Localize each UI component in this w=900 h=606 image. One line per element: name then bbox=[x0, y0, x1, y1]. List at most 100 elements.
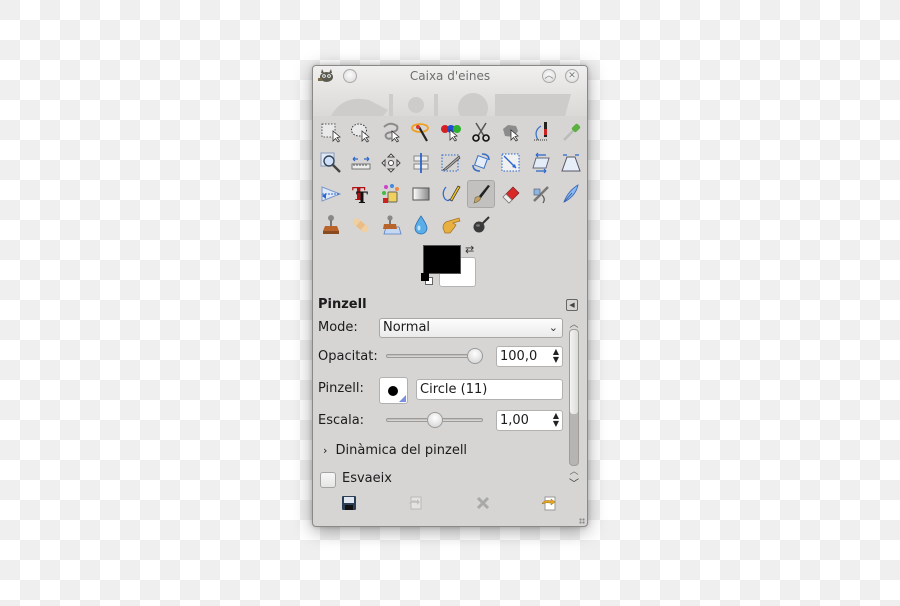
tool-eraser[interactable] bbox=[497, 180, 525, 208]
tool-rect-select[interactable] bbox=[317, 118, 345, 146]
fade-label: Esvaeix bbox=[342, 471, 392, 486]
tool-pencil[interactable] bbox=[437, 180, 465, 208]
brush-preview-circle-icon bbox=[388, 386, 398, 396]
tool-align[interactable] bbox=[407, 149, 435, 177]
tool-clone[interactable] bbox=[317, 211, 345, 239]
scale-value: 1,00 bbox=[500, 413, 529, 428]
maximize-button[interactable]: ︿ bbox=[542, 69, 556, 83]
clone-stamp-icon bbox=[323, 215, 339, 234]
opacity-slider-handle[interactable] bbox=[467, 348, 483, 364]
tool-airbrush[interactable] bbox=[527, 180, 555, 208]
tool-move[interactable] bbox=[377, 149, 405, 177]
delete-options-button[interactable] bbox=[473, 494, 493, 512]
smudge-finger-icon bbox=[442, 217, 461, 234]
scroll-track[interactable] bbox=[569, 329, 579, 466]
lasso-icon bbox=[383, 122, 400, 143]
tool-scale[interactable] bbox=[497, 149, 525, 177]
move-arrows-icon bbox=[381, 153, 401, 173]
restore-options-button[interactable] bbox=[405, 494, 425, 512]
tool-blend[interactable] bbox=[407, 180, 435, 208]
tool-shear[interactable] bbox=[527, 149, 555, 177]
triangle-left-icon: ◀ bbox=[569, 301, 575, 309]
tool-paintbrush[interactable] bbox=[467, 180, 495, 208]
color-select-icon bbox=[441, 125, 461, 142]
tool-ellipse-select[interactable] bbox=[347, 118, 375, 146]
mode-value: Normal bbox=[383, 320, 431, 335]
tool-dodge-burn[interactable] bbox=[467, 211, 495, 239]
crop-knife-icon bbox=[441, 154, 461, 172]
image-drop-area[interactable] bbox=[313, 88, 587, 123]
tool-flip[interactable] bbox=[317, 180, 345, 208]
tool-perspective-clone[interactable] bbox=[377, 211, 405, 239]
tool-grid: TT bbox=[317, 118, 587, 242]
water-drop-icon bbox=[414, 215, 428, 235]
airbrush-icon bbox=[533, 186, 549, 204]
resize-grip[interactable] bbox=[579, 518, 585, 524]
scroll-thumb[interactable] bbox=[570, 330, 578, 414]
scale-slider-handle[interactable] bbox=[426, 412, 443, 428]
paths-icon bbox=[534, 122, 548, 141]
brush-dynamics-expander[interactable]: › Dinàmica del pinzell bbox=[323, 443, 467, 458]
save-options-button[interactable] bbox=[339, 494, 359, 512]
rotate-icon bbox=[472, 153, 490, 172]
fade-checkbox[interactable] bbox=[320, 472, 336, 488]
ink-pen-icon bbox=[563, 184, 579, 203]
tool-color-select[interactable] bbox=[437, 118, 465, 146]
tool-heal[interactable] bbox=[347, 211, 375, 239]
brush-label: Pinzell: bbox=[318, 381, 364, 396]
scroll-down-icon[interactable]: ﹀ bbox=[568, 475, 580, 490]
scale-spinbox[interactable]: 1,00 ▲ ▼ bbox=[496, 410, 563, 431]
tool-blur-sharpen[interactable] bbox=[407, 211, 435, 239]
swap-colors-icon[interactable]: ⇄ bbox=[465, 243, 474, 256]
mode-dropdown[interactable]: Normal ⌄ bbox=[379, 318, 563, 338]
brush-corner-marker bbox=[399, 395, 406, 402]
tool-free-select[interactable] bbox=[377, 118, 405, 146]
tool-color-picker[interactable] bbox=[557, 118, 585, 146]
magnifier-icon bbox=[320, 152, 341, 173]
bandage-icon bbox=[352, 218, 369, 233]
tool-crop[interactable] bbox=[437, 149, 465, 177]
scissors-icon bbox=[472, 122, 490, 142]
delete-x-icon bbox=[476, 496, 490, 510]
opacity-spinbox[interactable]: 100,0 ▲ ▼ bbox=[496, 346, 563, 367]
options-scrollbar[interactable]: ︿ ︿ ﹀ bbox=[568, 317, 580, 492]
tool-paths[interactable] bbox=[527, 118, 555, 146]
tool-zoom[interactable] bbox=[317, 149, 345, 177]
restore-icon bbox=[409, 496, 422, 510]
ruler-icon bbox=[351, 156, 371, 170]
close-button[interactable]: ✕ bbox=[565, 69, 579, 83]
tool-options-menu-button[interactable]: ◀ bbox=[566, 299, 578, 311]
spin-arrows-icon[interactable]: ▲ ▼ bbox=[553, 348, 559, 364]
perspective-icon bbox=[561, 154, 581, 172]
eyedropper-icon bbox=[563, 123, 581, 141]
text-icon: TT bbox=[352, 184, 368, 205]
tool-measure[interactable] bbox=[347, 149, 375, 177]
magic-wand-icon bbox=[411, 123, 429, 142]
flip-icon bbox=[321, 186, 342, 202]
close-icon: ✕ bbox=[568, 70, 576, 81]
fg-bg-color-area: ⇄ bbox=[421, 243, 481, 291]
reset-options-button[interactable] bbox=[539, 494, 559, 512]
align-icon bbox=[413, 153, 429, 173]
opacity-value: 100,0 bbox=[500, 349, 538, 364]
foreground-color-swatch[interactable] bbox=[423, 245, 461, 274]
tool-smudge[interactable] bbox=[437, 211, 465, 239]
scale-label: Escala: bbox=[318, 413, 365, 428]
tool-rotate[interactable] bbox=[467, 149, 495, 177]
titlebar[interactable]: Caixa d'eines ︿ ✕ bbox=[313, 66, 587, 88]
spin-arrows-icon[interactable]: ▲ ▼ bbox=[553, 412, 559, 428]
svg-text:T: T bbox=[356, 188, 368, 205]
tool-ink[interactable] bbox=[557, 180, 585, 208]
opacity-label: Opacitat: bbox=[318, 349, 378, 364]
brush-select-button[interactable] bbox=[379, 377, 408, 404]
tool-scissors[interactable] bbox=[467, 118, 495, 146]
tool-bucket-fill[interactable] bbox=[377, 180, 405, 208]
default-colors-fg-icon[interactable] bbox=[421, 273, 429, 281]
reset-icon bbox=[541, 496, 556, 511]
tool-perspective[interactable] bbox=[557, 149, 585, 177]
rect-select-icon bbox=[321, 123, 341, 143]
tool-foreground-select[interactable] bbox=[497, 118, 525, 146]
brush-name-field[interactable]: Circle (11) bbox=[416, 379, 563, 400]
tool-text[interactable]: TT bbox=[347, 180, 375, 208]
tool-fuzzy-select[interactable] bbox=[407, 118, 435, 146]
